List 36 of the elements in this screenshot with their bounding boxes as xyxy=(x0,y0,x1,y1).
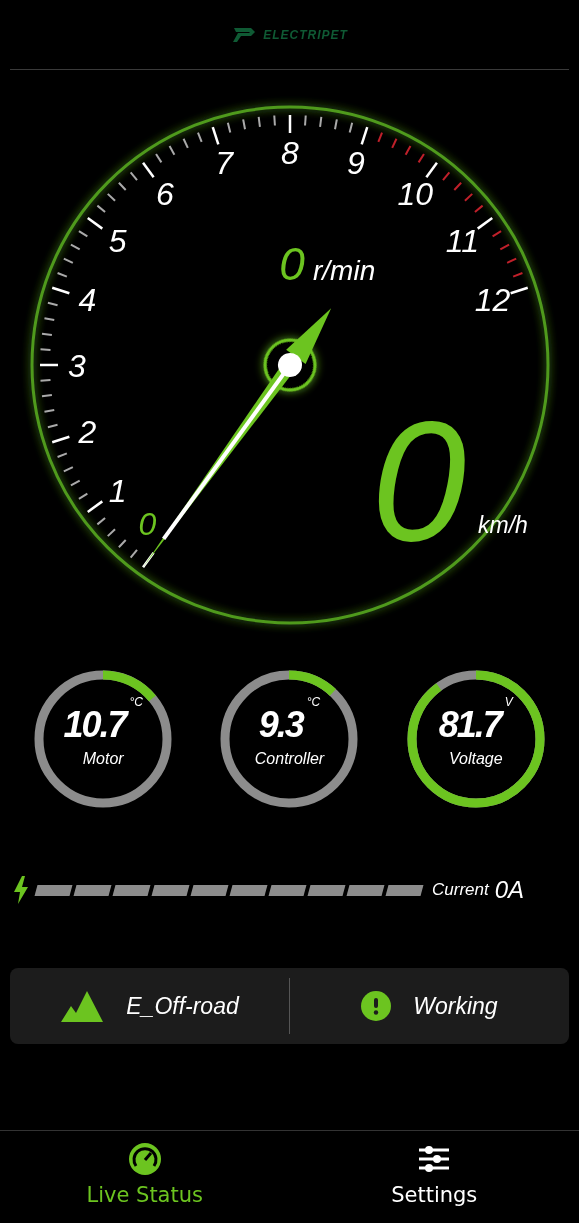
sensor-label: Motor xyxy=(82,749,124,769)
lightning-icon xyxy=(12,876,30,904)
logo-icon xyxy=(231,25,258,44)
scale-label: 6 xyxy=(155,175,174,212)
scale-label: 12 xyxy=(474,282,511,319)
scale-label: 9 xyxy=(346,145,365,182)
sensor-unit: °C xyxy=(306,694,321,711)
scale-label: 4 xyxy=(78,282,97,319)
sensor-label: Controller xyxy=(254,749,325,769)
rpm-unit: r/min xyxy=(313,255,376,286)
scale-label: 7 xyxy=(215,145,234,182)
brand-name: ELECTRIPET xyxy=(263,26,348,44)
nav-tab[interactable]: Settings xyxy=(289,1131,579,1223)
sensor-value: 9.3 xyxy=(258,707,303,743)
mountain-icon xyxy=(60,989,105,1023)
gauge-icon xyxy=(127,1142,162,1177)
scale-label: 2 xyxy=(78,413,97,450)
status-label: Working xyxy=(413,991,498,1021)
speed-value: 0 xyxy=(371,386,466,576)
sensor-unit: V xyxy=(504,694,513,711)
mode-label: E_Off-road xyxy=(126,991,239,1021)
scale-label: 0 xyxy=(138,506,157,543)
scale-label: 1 xyxy=(108,473,127,510)
current-label: Current xyxy=(432,879,489,902)
scale-label: 5 xyxy=(108,222,127,259)
current-value: 0A xyxy=(494,875,525,905)
scale-label: 8 xyxy=(281,135,299,171)
nav-tab[interactable]: Live Status xyxy=(0,1131,290,1223)
sensor-label: Voltage xyxy=(448,749,503,769)
sensor-value: 10.7 xyxy=(63,707,126,743)
scale-label: 3 xyxy=(68,348,86,384)
scale-label: 11 xyxy=(445,222,479,259)
rpm-value: 0 xyxy=(279,238,305,290)
sensor-unit: °C xyxy=(129,694,143,711)
alert-icon xyxy=(361,991,392,1021)
scale-label: 10 xyxy=(397,175,433,212)
